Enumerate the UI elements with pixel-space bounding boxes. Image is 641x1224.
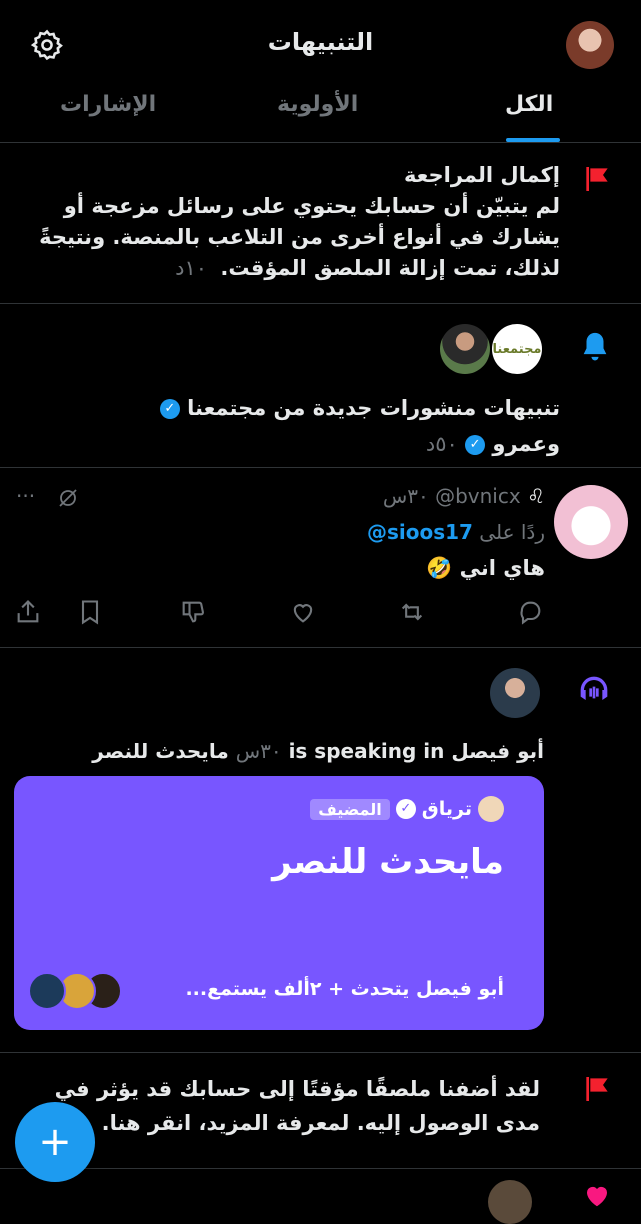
reply-context: ردًا على @sioos17 <box>120 520 545 544</box>
flag-icon <box>581 163 613 195</box>
tweet-author-avatar[interactable] <box>554 485 628 559</box>
space-speaker-name: أبو فيصل <box>451 739 544 763</box>
reply-prefix: ردًا على <box>479 520 545 544</box>
reply-to-handle[interactable]: @sioos17 <box>367 520 473 544</box>
host-badge: المضيف <box>310 798 390 820</box>
tweet-handle[interactable]: @bvnicx <box>435 484 521 508</box>
laughing-emoji: 🤣 <box>426 556 453 580</box>
speaker-avatar[interactable] <box>490 668 540 718</box>
verified-badge-icon: ✓ <box>395 799 416 819</box>
tweet-header: ♌ @bvnicx ٣٠س <box>120 484 545 508</box>
notification-body: لم يتبيّن أن حسابك يحتوي على رسائل مزعجة… <box>39 194 560 280</box>
tab-mentions[interactable]: الإشارات <box>60 92 156 117</box>
mute-icon[interactable] <box>56 486 80 510</box>
host-avatar <box>478 796 504 822</box>
downvote-icon[interactable] <box>179 598 207 626</box>
retweet-icon[interactable] <box>398 598 426 626</box>
tab-priority[interactable]: الأولوية <box>277 92 358 117</box>
user-avatar[interactable] <box>488 1180 532 1224</box>
settings-gear-icon[interactable] <box>30 28 64 62</box>
notification-time: ٥٠د <box>425 432 458 456</box>
spaces-mic-icon <box>574 670 614 710</box>
notification-time: ١٠د <box>175 256 208 280</box>
reply-icon[interactable] <box>516 598 544 626</box>
user-avatar[interactable] <box>440 324 490 374</box>
space-speaking-line[interactable]: أبو فيصل is speaking in ٣٠س مايحدث للنصر <box>14 739 544 763</box>
space-host-row: ترياق ✓ المضيف <box>310 796 504 822</box>
flag-icon <box>581 1073 613 1105</box>
bell-icon <box>578 330 612 364</box>
community-logo-text: مجتمعنا <box>492 341 542 357</box>
notification-author: وعمرو <box>492 432 560 456</box>
like-icon[interactable] <box>289 598 317 626</box>
notification-temporary-label[interactable]: لقد أضفنا ملصقًا مؤقتًا إلى حسابك قد يؤث… <box>20 1072 540 1140</box>
notification-title: إكمال المراجعة <box>403 163 560 187</box>
tweet-body: هاي اني <box>459 556 545 580</box>
more-options-icon[interactable]: ··· <box>16 484 35 508</box>
page-title: التنبيهات <box>267 28 374 56</box>
space-card[interactable]: ترياق ✓ المضيف مايحدث للنصر أبو فيصل يتح… <box>14 776 544 1030</box>
space-title: مايحدث للنصر <box>272 842 504 882</box>
notification-text: تنبيهات منشورات جديدة من مجتمعنا <box>187 396 560 420</box>
tweet-text: هاي اني 🤣 <box>120 556 545 581</box>
space-time: ٣٠س <box>235 739 282 763</box>
heart-icon <box>582 1180 612 1210</box>
share-icon[interactable] <box>14 598 42 626</box>
verified-badge-icon: ✓ <box>465 435 486 455</box>
notification-review-complete[interactable]: إكمال المراجعة لم يتبيّن أن حسابك يحتوي … <box>20 160 560 284</box>
space-header-title: مايحدث للنصر <box>92 739 229 763</box>
compose-button[interactable]: + <box>15 1102 95 1182</box>
community-avatar[interactable]: مجتمعنا <box>492 324 542 374</box>
tab-all[interactable]: الكل <box>505 92 553 117</box>
space-speaking-verb: is speaking in <box>288 739 445 763</box>
zodiac-icon: ♌ <box>527 484 545 508</box>
verified-badge-icon: ✓ <box>159 399 180 419</box>
notification-community-posts[interactable]: تنبيهات منشورات جديدة من مجتمعنا ✓ وعمرو… <box>20 390 560 462</box>
host-name: ترياق <box>421 798 472 820</box>
bookmark-icon[interactable] <box>76 598 104 626</box>
plus-icon: + <box>38 1119 72 1165</box>
space-listeners: أبو فيصل يتحدث + ٢ألف يستمع... <box>185 978 504 1000</box>
tweet-time: ٣٠س <box>382 484 429 508</box>
listener-avatar <box>28 972 66 1010</box>
